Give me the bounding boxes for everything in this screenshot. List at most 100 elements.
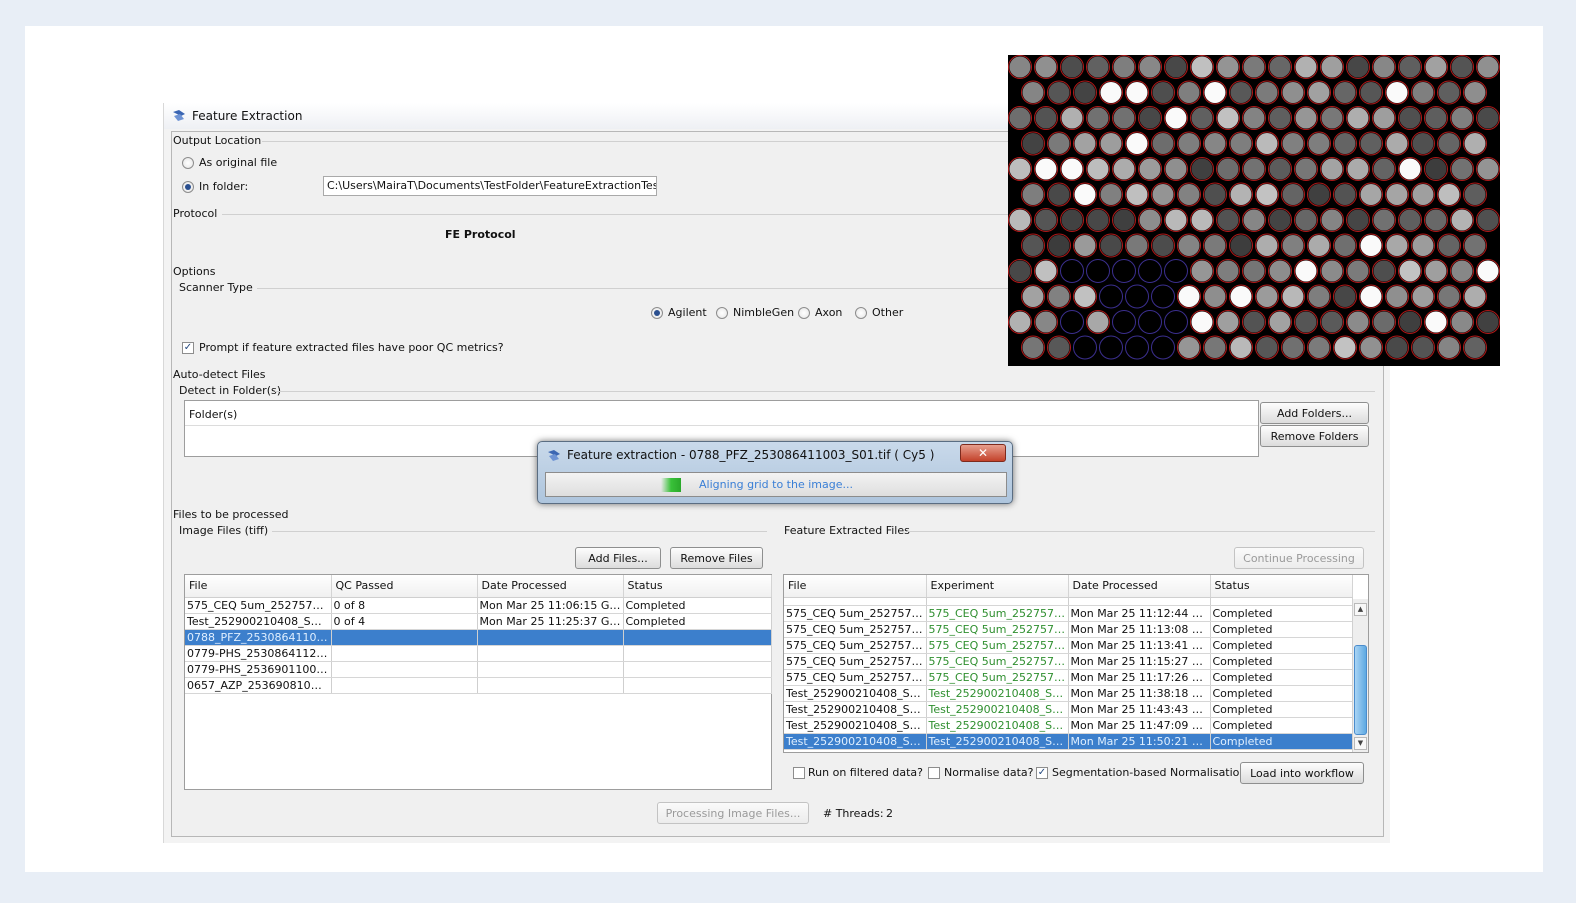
microarray-spot (1359, 335, 1383, 360)
table-row[interactable]: 0779-PHS_253690110074... (185, 661, 772, 678)
microarray-spot (1021, 131, 1045, 156)
folders-header: Folder(s) (189, 408, 238, 421)
microarray-spot (1372, 208, 1396, 232)
microarray-spot (1372, 259, 1396, 283)
microarray-spot (1463, 284, 1487, 309)
scanner-other-radio[interactable] (855, 307, 867, 319)
add-folders-button[interactable]: Add Folders... (1260, 402, 1369, 424)
microarray-spot (1034, 310, 1058, 334)
microarray-spot (1437, 335, 1461, 360)
close-icon[interactable]: ✕ (960, 444, 1006, 462)
microarray-spot (1411, 233, 1435, 258)
column-header-file[interactable]: File (185, 575, 332, 598)
run-filtered-checkbox[interactable] (793, 767, 805, 779)
microarray-spot (1411, 284, 1435, 309)
load-into-workflow-button[interactable]: Load into workflow (1240, 762, 1364, 784)
microarray-spot (1034, 157, 1058, 181)
add-files-button[interactable]: Add Files... (575, 547, 661, 569)
microarray-spot (1450, 259, 1474, 283)
in-folder-radio[interactable] (182, 181, 194, 193)
prompt-qc-checkbox[interactable]: ✓ (182, 342, 194, 354)
microarray-spot (1294, 106, 1318, 130)
as-original-label: As original file (199, 156, 278, 169)
table-row[interactable]: Test_252900210408_S01... Test_2529002104… (784, 701, 1353, 718)
microarray-spot (1008, 259, 1032, 283)
table-cell: 0779-PHS_253690110074... (185, 661, 332, 678)
column-header-experiment[interactable]: Experiment (926, 575, 1069, 598)
remove-folders-button[interactable]: Remove Folders (1260, 425, 1369, 447)
microarray-spot (1268, 259, 1292, 283)
table-row[interactable]: Test_252900210408_S01... Test_2529002104… (784, 685, 1353, 702)
scanner-agilent-radio[interactable] (651, 307, 663, 319)
microarray-spot (1359, 284, 1383, 309)
microarray-spot (1346, 259, 1370, 283)
microarray-spot (1060, 310, 1084, 334)
table-cell: 0788_PFZ_253086411003... (185, 629, 332, 646)
continue-processing-button[interactable]: Continue Processing (1234, 547, 1364, 569)
microarray-spot (1242, 157, 1266, 181)
microarray-spot (1320, 310, 1344, 334)
scroll-down-arrow-icon[interactable]: ▼ (1354, 737, 1367, 750)
table-cell: 575_CEQ 5um_252757412... (185, 597, 332, 614)
microarray-spot (1151, 335, 1175, 360)
segmentation-checkbox[interactable]: ✓ (1036, 767, 1048, 779)
microarray-spot (1268, 310, 1292, 334)
microarray-spot (1099, 335, 1123, 360)
threads-value[interactable]: 2 (886, 807, 893, 820)
protocol-name[interactable]: FE Protocol (445, 228, 516, 241)
table-row[interactable]: Test_252900210408_S01.tif 0 of 4 Mon Mar… (185, 613, 772, 630)
remove-files-button[interactable]: Remove Files (670, 547, 763, 569)
table-row[interactable]: 575_CEQ 5um_25275741... 575_CEQ 5um_2527… (784, 653, 1353, 670)
microarray-spot (1203, 233, 1227, 258)
table-row[interactable]: 0779-PHS_253086411270... (185, 645, 772, 662)
as-original-radio[interactable] (182, 157, 194, 169)
microarray-spot (1164, 55, 1188, 79)
microarray-spot (1307, 131, 1331, 156)
microarray-spot (1281, 233, 1305, 258)
scrollbar-thumb[interactable] (1354, 645, 1367, 735)
microarray-spot (1398, 310, 1422, 334)
microarray-spot (1125, 80, 1149, 105)
processing-image-files-button[interactable]: Processing Image Files... (657, 802, 809, 824)
table-row[interactable]: Test_252900210408_S01... Test_2529002104… (784, 717, 1353, 734)
table-cell: Mon Mar 25 11:25:37 GMT... (477, 613, 624, 630)
table-row-selected[interactable]: Test_252900210408_S01... Test_2529002104… (784, 733, 1353, 750)
column-header-qc-passed[interactable]: QC Passed (331, 575, 478, 598)
table-cell: Completed (1210, 717, 1353, 734)
table-cell: Completed (1210, 685, 1353, 702)
table-row[interactable]: 575_CEQ 5um_252757412... 0 of 8 Mon Mar … (185, 597, 772, 614)
column-header-date-processed[interactable]: Date Processed (1068, 575, 1211, 598)
scroll-up-arrow-icon[interactable]: ▲ (1354, 603, 1367, 616)
table-cell: Completed (1210, 637, 1353, 654)
microarray-spot (1177, 80, 1201, 105)
window-title: Feature Extraction (192, 109, 303, 123)
image-files-table[interactable]: File QC Passed Date Processed Status 575… (184, 574, 772, 790)
column-header-status[interactable]: Status (1210, 575, 1353, 598)
table-row[interactable]: 575_CEQ 5um_25275741... 575_CEQ 5um_2527… (784, 669, 1353, 686)
output-folder-field[interactable]: C:\Users\MairaT\Documents\TestFolder\Fea… (323, 176, 657, 196)
table-row[interactable]: 575_CEQ 5um_25275741... 575_CEQ 5um_2527… (784, 637, 1353, 654)
normalise-checkbox[interactable] (928, 767, 940, 779)
options-heading: Options (173, 265, 216, 278)
table-row[interactable]: 0657_AZP_253690810036... (185, 677, 772, 694)
segmentation-label: Segmentation-based Normalisation? (1052, 766, 1253, 779)
extracted-files-table[interactable]: File Experiment Date Processed Status 57… (783, 574, 1369, 753)
column-header-status[interactable]: Status (623, 575, 772, 598)
table-row[interactable]: 575_CEQ 5um_25275741... 575_CEQ 5um_2527… (784, 621, 1353, 638)
table-row-selected[interactable]: 0788_PFZ_253086411003... (185, 629, 772, 646)
column-header-date-processed[interactable]: Date Processed (477, 575, 624, 598)
table-cell (623, 661, 772, 678)
microarray-spot (1229, 182, 1253, 207)
microarray-spot (1138, 259, 1162, 283)
microarray-spot (1177, 233, 1201, 258)
microarray-spot (1307, 284, 1331, 309)
scanner-nimblegen-radio[interactable] (716, 307, 728, 319)
microarray-spot (1164, 106, 1188, 130)
microarray-spot (1476, 106, 1500, 130)
extracted-scrollbar[interactable]: ▲ ▼ (1352, 599, 1368, 752)
microarray-spot (1008, 310, 1032, 334)
extracted-heading: Feature Extracted Files (784, 524, 910, 537)
scanner-axon-radio[interactable] (798, 307, 810, 319)
table-row[interactable]: 575_CEQ 5um_25275741... 575_CEQ 5um_2527… (784, 605, 1353, 622)
column-header-file[interactable]: File (784, 575, 927, 598)
